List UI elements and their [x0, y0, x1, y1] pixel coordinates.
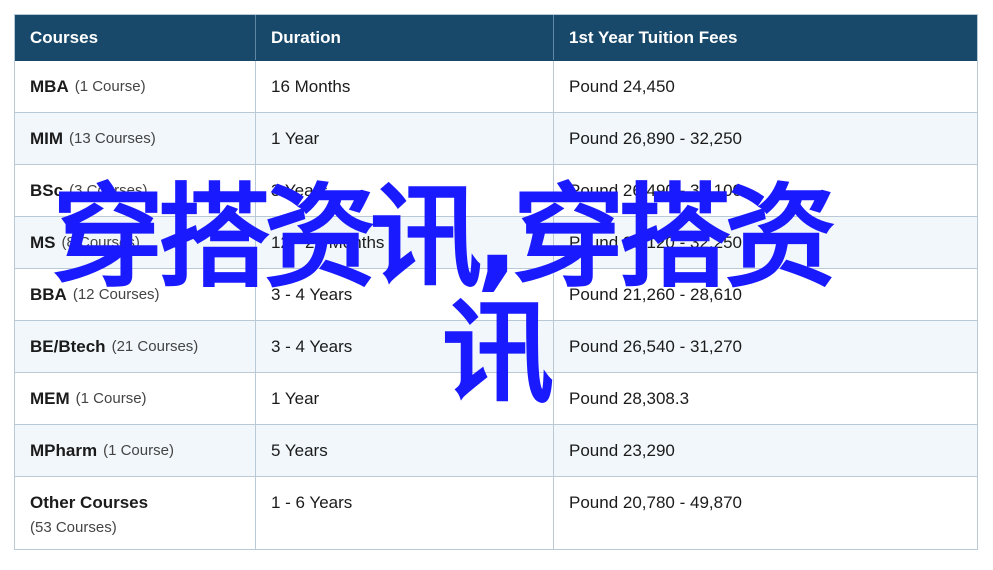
fee-value: Pound 26,490 - 30,100 — [569, 180, 742, 200]
course-name: Other Courses — [30, 493, 149, 512]
course-count: (1 Course) — [74, 78, 146, 95]
header-tuition-fees: 1st Year Tuition Fees — [569, 27, 738, 47]
course-name: MIM — [30, 128, 64, 148]
table-row: MBA (1 Course) 16 Months Pound 24,450 — [15, 61, 977, 113]
header-courses: Courses — [15, 15, 256, 60]
course-cell: BBA (12 Courses) — [15, 269, 256, 320]
duration-value: 3 Years — [271, 180, 328, 200]
fee-value: Pound 23,290 — [569, 440, 675, 460]
duration-value: 1 Year — [271, 128, 320, 148]
fee-value: Pound 26,890 - 32,250 — [569, 128, 742, 148]
table-row: MEM (1 Course) 1 Year Pound 28,308.3 — [15, 373, 977, 425]
header-duration: Duration — [256, 15, 554, 60]
fee-value: Pound 28,308.3 — [569, 388, 690, 408]
fee-cell: Pound 20,780 - 49,870 — [554, 477, 977, 549]
duration-value: 5 Years — [271, 440, 328, 460]
table-row: BBA (12 Courses) 3 - 4 Years Pound 21,26… — [15, 269, 977, 321]
fee-value: Pound 20,120 - 32,250 — [569, 232, 742, 252]
course-name: MS — [30, 232, 56, 252]
fee-cell: Pound 20,120 - 32,250 — [554, 217, 977, 268]
course-count: (21 Courses) — [111, 338, 199, 355]
duration-value: 12 - 20 Months — [271, 232, 385, 252]
course-cell: MPharm (1 Course) — [15, 425, 256, 476]
table-header-row: Courses Duration 1st Year Tuition Fees — [15, 15, 977, 61]
duration-value: 3 - 4 Years — [271, 284, 353, 304]
course-count: (12 Courses) — [72, 286, 160, 303]
fee-cell: Pound 26,890 - 32,250 — [554, 113, 977, 164]
duration-value: 16 Months — [271, 76, 351, 96]
course-cell: MEM (1 Course) — [15, 373, 256, 424]
duration-cell: 3 Years — [256, 165, 554, 216]
course-count: (1 Course) — [103, 442, 174, 459]
fee-value: Pound 21,260 - 28,610 — [569, 284, 742, 304]
table-row: Other Courses (53 Courses) 1 - 6 Years P… — [15, 477, 977, 549]
table-row: MPharm (1 Course) 5 Years Pound 23,290 — [15, 425, 977, 477]
duration-cell: 16 Months — [256, 61, 554, 112]
course-cell: Other Courses (53 Courses) — [15, 477, 256, 549]
duration-cell: 1 Year — [256, 373, 554, 424]
fee-value: Pound 20,780 - 49,870 — [569, 493, 742, 512]
course-cell: MBA (1 Course) — [15, 61, 256, 112]
fee-cell: Pound 28,308.3 — [554, 373, 977, 424]
course-name: BE/Btech — [30, 336, 106, 356]
table-row: BSc (3 Courses) 3 Years Pound 26,490 - 3… — [15, 165, 977, 217]
duration-cell: 3 - 4 Years — [256, 321, 554, 372]
fee-value: Pound 26,540 - 31,270 — [569, 336, 742, 356]
table-row: MS (8 Courses) 12 - 20 Months Pound 20,1… — [15, 217, 977, 269]
course-name: BSc — [30, 180, 64, 200]
duration-cell: 12 - 20 Months — [256, 217, 554, 268]
course-block: Other Courses (53 Courses) — [30, 493, 148, 536]
duration-cell: 1 Year — [256, 113, 554, 164]
course-count: (8 Courses) — [61, 234, 140, 251]
course-cell: BSc (3 Courses) — [15, 165, 256, 216]
course-cell: BE/Btech (21 Courses) — [15, 321, 256, 372]
fee-cell: Pound 26,540 - 31,270 — [554, 321, 977, 372]
duration-value: 1 Year — [271, 388, 320, 408]
course-count: (3 Courses) — [69, 182, 148, 199]
fee-cell: Pound 21,260 - 28,610 — [554, 269, 977, 320]
fee-cell: Pound 23,290 — [554, 425, 977, 476]
duration-cell: 1 - 6 Years — [256, 477, 554, 549]
courses-table: Courses Duration 1st Year Tuition Fees M… — [14, 14, 978, 550]
duration-value: 3 - 4 Years — [271, 336, 353, 356]
table-row: BE/Btech (21 Courses) 3 - 4 Years Pound … — [15, 321, 977, 373]
course-cell: MIM (13 Courses) — [15, 113, 256, 164]
course-name: MBA — [30, 76, 69, 96]
fee-cell: Pound 26,490 - 30,100 — [554, 165, 977, 216]
fee-cell: Pound 24,450 — [554, 61, 977, 112]
course-cell: MS (8 Courses) — [15, 217, 256, 268]
course-name: MEM — [30, 388, 70, 408]
course-name: BBA — [30, 284, 67, 304]
duration-cell: 3 - 4 Years — [256, 269, 554, 320]
course-count: (13 Courses) — [69, 130, 156, 147]
course-name: MPharm — [30, 440, 98, 460]
table-row: MIM (13 Courses) 1 Year Pound 26,890 - 3… — [15, 113, 977, 165]
fee-value: Pound 24,450 — [569, 76, 675, 96]
duration-value: 1 - 6 Years — [271, 493, 353, 512]
course-count: (1 Course) — [75, 390, 147, 407]
course-count: (53 Courses) — [30, 519, 117, 536]
duration-cell: 5 Years — [256, 425, 554, 476]
